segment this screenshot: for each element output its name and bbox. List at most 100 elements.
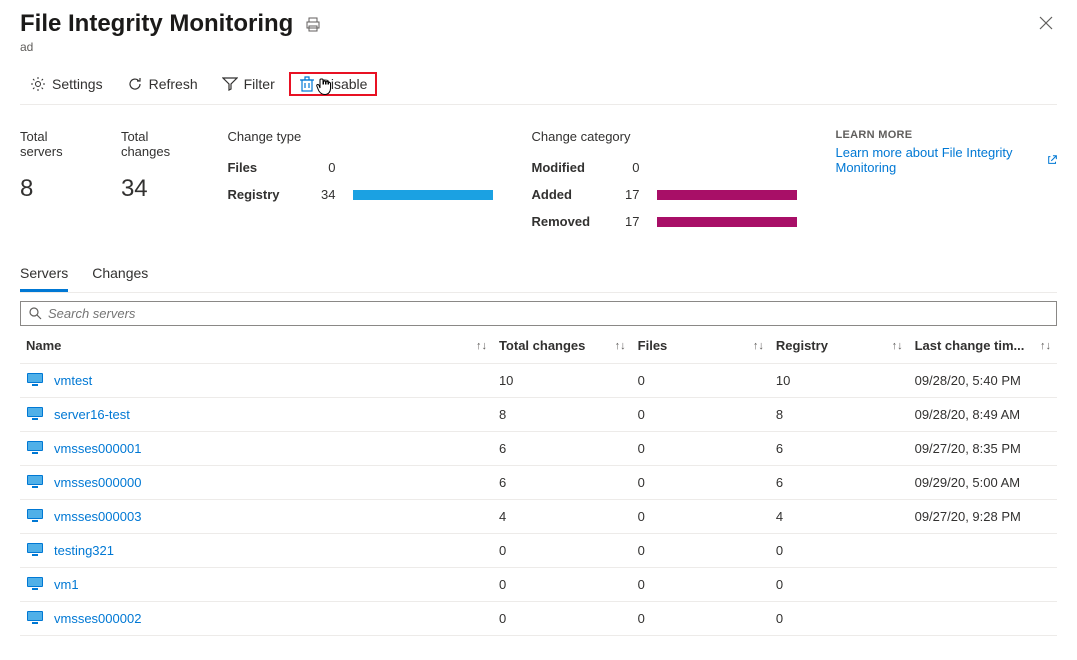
total-servers-label: Total servers [20,129,83,159]
cell-registry: 0 [770,534,909,568]
cell-registry: 6 [770,432,909,466]
table-row[interactable]: vmtest1001009/28/20, 5:40 PM [20,364,1057,398]
search-input[interactable] [48,306,1048,321]
servers-table: Name↑↓ Total changes↑↓ Files↑↓ Registry↑… [20,328,1057,636]
server-link[interactable]: vm1 [54,577,79,592]
disable-button[interactable]: Disable [289,72,378,96]
server-link[interactable]: vmsses000001 [54,441,141,456]
settings-button[interactable]: Settings [20,72,113,96]
col-files[interactable]: Files↑↓ [632,328,770,364]
removed-bar [657,217,797,227]
cell-registry: 6 [770,466,909,500]
server-link[interactable]: vmsses000002 [54,611,141,626]
cell-registry: 10 [770,364,909,398]
cell-last-change: 09/29/20, 5:00 AM [909,466,1057,500]
files-bar [353,163,493,173]
filter-label: Filter [244,76,275,92]
search-icon [29,307,42,320]
cell-registry: 4 [770,500,909,534]
learn-more-header: LEARN MORE [835,129,1057,141]
tab-servers[interactable]: Servers [20,257,68,292]
registry-value: 34 [315,187,335,202]
table-row[interactable]: testing321000 [20,534,1057,568]
cell-registry: 8 [770,398,909,432]
table-row[interactable]: server16-test80809/28/20, 8:49 AM [20,398,1057,432]
vm-icon [26,610,44,627]
server-link[interactable]: vmtest [54,373,92,388]
table-row[interactable]: vmsses00000060609/29/20, 5:00 AM [20,466,1057,500]
table-row[interactable]: vmsses000002000 [20,602,1057,636]
table-row[interactable]: vmsses00000340409/27/20, 9:28 PM [20,500,1057,534]
files-label: Files [227,160,297,175]
close-button[interactable] [1035,10,1057,39]
added-bar [657,190,797,200]
cell-total-changes: 8 [493,398,632,432]
server-link[interactable]: vmsses000003 [54,509,141,524]
registry-bar [353,190,493,200]
cell-files: 0 [632,364,770,398]
cell-files: 0 [632,602,770,636]
cell-files: 0 [632,534,770,568]
filter-button[interactable]: Filter [212,72,285,96]
sort-icon: ↑↓ [615,340,626,352]
vm-icon [26,406,44,423]
page-title: File Integrity Monitoring [20,10,293,38]
vm-icon [26,576,44,593]
vm-icon [26,372,44,389]
col-registry[interactable]: Registry↑↓ [770,328,909,364]
cell-last-change: 09/28/20, 5:40 PM [909,364,1057,398]
tab-changes[interactable]: Changes [92,257,148,292]
cell-last-change: 09/27/20, 8:35 PM [909,432,1057,466]
cell-last-change: 09/28/20, 8:49 AM [909,398,1057,432]
learn-more-link[interactable]: Learn more about File Integrity Monitori… [835,145,1057,175]
cell-last-change [909,568,1057,602]
cell-files: 0 [632,500,770,534]
sort-icon: ↑↓ [476,340,487,352]
print-icon[interactable] [305,17,321,36]
subtitle: ad [20,40,321,54]
external-link-icon [1047,154,1057,166]
cell-total-changes: 10 [493,364,632,398]
removed-value: 17 [619,214,639,229]
refresh-label: Refresh [149,76,198,92]
table-row[interactable]: vmsses00000160609/27/20, 8:35 PM [20,432,1057,466]
cell-total-changes: 0 [493,602,632,636]
vm-icon [26,440,44,457]
sort-icon: ↑↓ [1040,340,1051,352]
cell-total-changes: 6 [493,432,632,466]
refresh-button[interactable]: Refresh [117,72,208,96]
change-category-label: Change category [531,129,797,144]
cell-registry: 0 [770,602,909,636]
cell-files: 0 [632,432,770,466]
server-link[interactable]: testing321 [54,543,114,558]
col-total-changes[interactable]: Total changes↑↓ [493,328,632,364]
change-type-label: Change type [227,129,493,144]
files-value: 0 [315,160,335,175]
vm-icon [26,508,44,525]
total-changes-label: Total changes [121,129,190,159]
cell-total-changes: 4 [493,500,632,534]
added-label: Added [531,187,601,202]
cell-last-change: 09/27/20, 9:28 PM [909,500,1057,534]
modified-label: Modified [531,160,601,175]
server-link[interactable]: vmsses000000 [54,475,141,490]
col-last-change[interactable]: Last change tim...↑↓ [909,328,1057,364]
sort-icon: ↑↓ [753,340,764,352]
table-row[interactable]: vm1000 [20,568,1057,602]
total-changes-value: 34 [121,175,190,203]
settings-label: Settings [52,76,103,92]
modified-bar [657,163,797,173]
col-name[interactable]: Name↑↓ [20,328,493,364]
cell-files: 0 [632,466,770,500]
modified-value: 0 [619,160,639,175]
disable-label: Disable [321,76,368,92]
registry-label: Registry [227,187,297,202]
vm-icon [26,542,44,559]
cell-files: 0 [632,398,770,432]
search-box[interactable] [20,301,1057,326]
cell-total-changes: 6 [493,466,632,500]
added-value: 17 [619,187,639,202]
server-link[interactable]: server16-test [54,407,130,422]
cell-last-change [909,602,1057,636]
removed-label: Removed [531,214,601,229]
